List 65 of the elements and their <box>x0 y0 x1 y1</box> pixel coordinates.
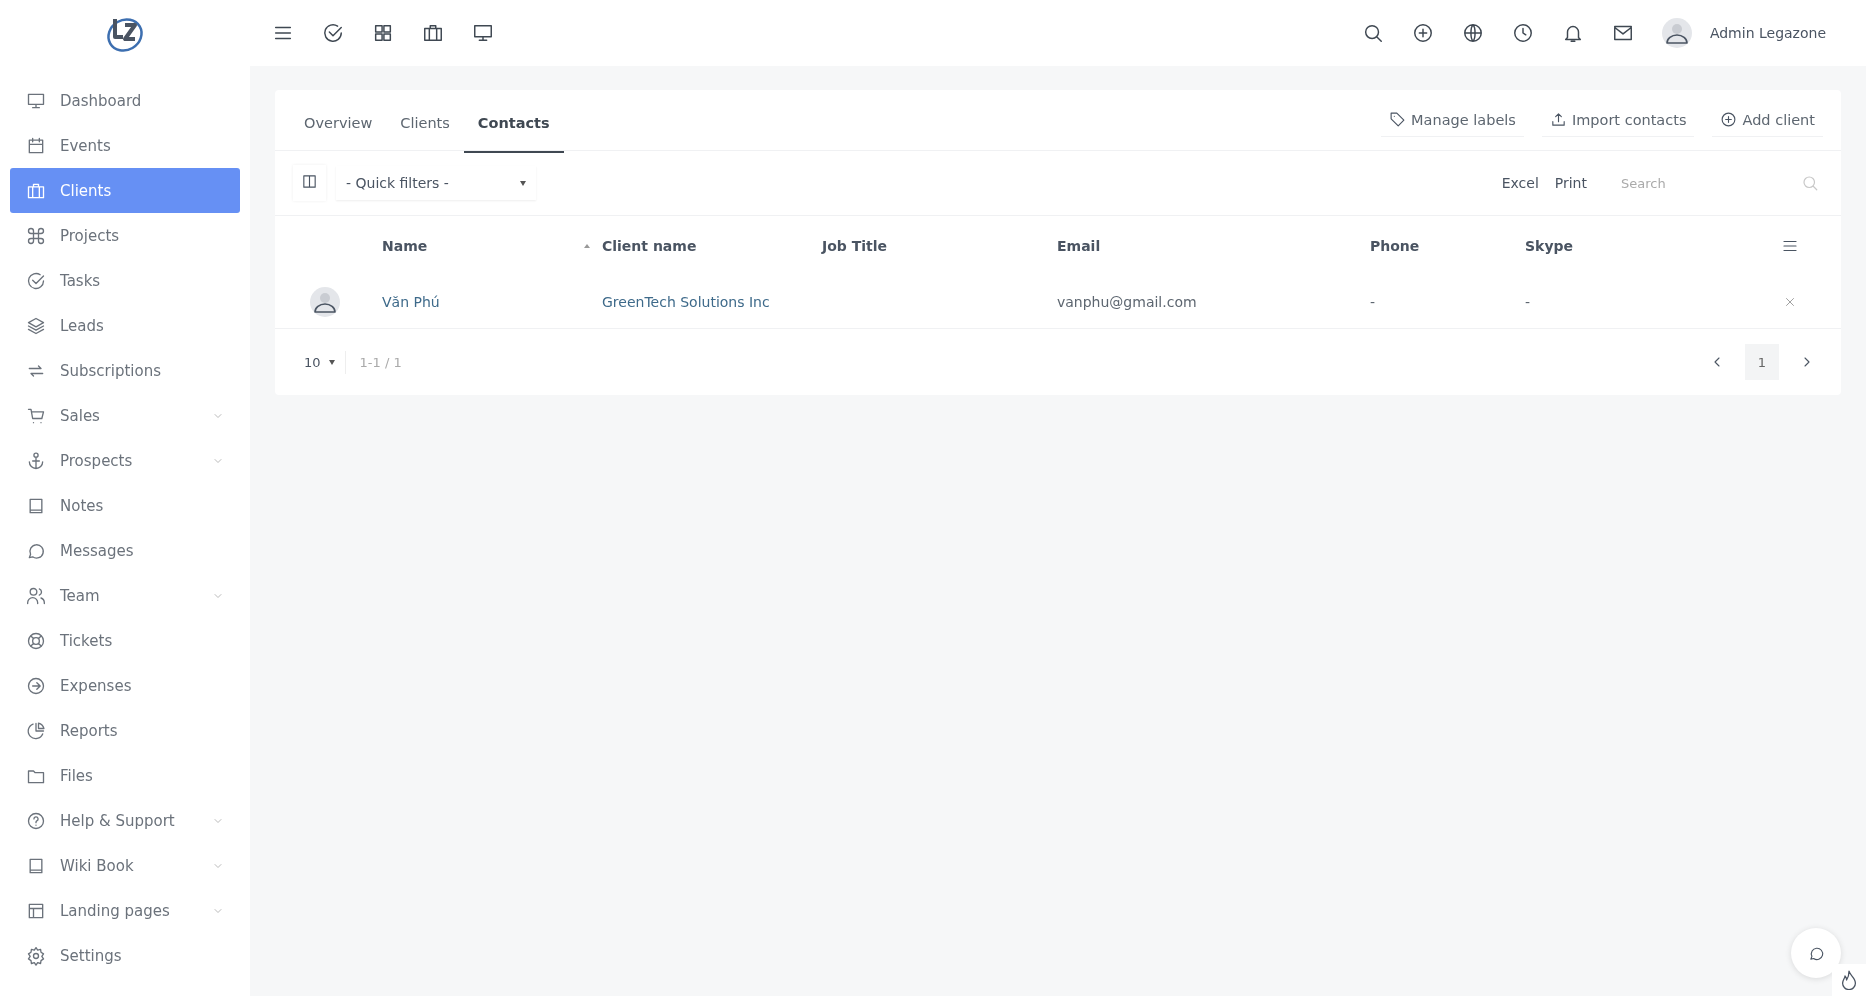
close-icon[interactable] <box>1783 295 1797 309</box>
sidebar-item[interactable]: Team <box>10 573 240 618</box>
column-header[interactable]: Job Title <box>822 238 888 254</box>
tab[interactable]: Contacts <box>463 95 564 153</box>
lifebuoy-icon <box>26 630 46 651</box>
column-header[interactable]: Email <box>1057 238 1101 254</box>
search-icon <box>1801 174 1819 192</box>
tag-icon <box>1389 111 1407 128</box>
column-header[interactable]: Name <box>382 238 428 254</box>
sidebar-item[interactable]: Dashboard <box>10 78 240 123</box>
quick-filters-dropdown[interactable]: - Quick filters - <box>336 166 536 200</box>
sidebar-item[interactable]: Sales <box>10 393 240 438</box>
column-header[interactable]: Client name <box>602 238 697 254</box>
table-cell: - <box>1525 294 1531 310</box>
sidebar-item[interactable]: Events <box>10 123 240 168</box>
settings-icon <box>26 945 46 966</box>
sidebar-item[interactable]: Settings <box>10 933 240 978</box>
pie-chart-icon <box>26 720 46 741</box>
users-icon <box>26 585 46 606</box>
sidebar-item[interactable]: Expenses <box>10 663 240 708</box>
caret-icon <box>328 359 335 365</box>
briefcase-icon[interactable] <box>422 22 444 44</box>
clock-icon[interactable] <box>1511 22 1534 44</box>
sidebar-item[interactable]: Leads <box>10 303 240 348</box>
layers-icon <box>26 315 46 336</box>
sidebar-item[interactable]: Reports <box>10 708 240 753</box>
sidebar-item[interactable]: Wiki Book <box>10 843 240 888</box>
column-header[interactable]: Skype <box>1525 238 1574 254</box>
columns-icon <box>301 173 318 190</box>
sidebar-item[interactable]: Messages <box>10 528 240 573</box>
table-link[interactable]: Văn Phú <box>382 294 440 310</box>
pagination-range: 1-1 / 1 <box>359 354 402 370</box>
columns-toggle-button[interactable] <box>293 165 326 201</box>
sidebar-item[interactable]: Notes <box>10 483 240 528</box>
command-icon <box>26 225 46 246</box>
sidebar-item[interactable]: Files <box>10 753 240 798</box>
grid-icon[interactable] <box>372 22 394 44</box>
table-cell: vanphu@gmail.com <box>1057 294 1197 310</box>
sidebar-item[interactable]: Projects <box>10 213 240 258</box>
table-link[interactable]: GreenTech Solutions Inc <box>602 294 770 310</box>
caret-icon <box>520 180 526 186</box>
sidebar-item[interactable]: Tasks <box>10 258 240 303</box>
monitor-icon[interactable] <box>472 22 494 44</box>
calendar-icon <box>26 135 46 156</box>
column-header[interactable]: Phone <box>1370 238 1420 254</box>
upload-icon <box>1549 111 1567 128</box>
anchor-icon <box>26 450 46 471</box>
sidebar-item[interactable]: Landing pages <box>10 888 240 933</box>
sidebar-item[interactable]: Prospects <box>10 438 240 483</box>
user-avatar[interactable] <box>1661 18 1692 48</box>
user-name[interactable]: Admin Legazone <box>1709 25 1826 41</box>
avatar-icon <box>310 287 340 317</box>
tab[interactable]: Clients <box>386 95 464 153</box>
globe-icon[interactable] <box>1461 22 1484 44</box>
help-icon <box>26 810 46 831</box>
sidebar-item[interactable]: Subscriptions <box>10 348 240 393</box>
sidebar-item[interactable]: Help & Support <box>10 798 240 843</box>
sort-icon[interactable] <box>584 244 590 248</box>
sidebar-item[interactable]: Tickets <box>10 618 240 663</box>
flame-icon <box>1841 970 1857 990</box>
sidebar-item[interactable]: Clients <box>10 168 240 213</box>
page-button[interactable]: 1 <box>1745 344 1779 380</box>
tab[interactable]: Overview <box>290 95 387 153</box>
table-cell: - <box>1370 294 1376 310</box>
flame-badge[interactable] <box>1832 964 1866 996</box>
